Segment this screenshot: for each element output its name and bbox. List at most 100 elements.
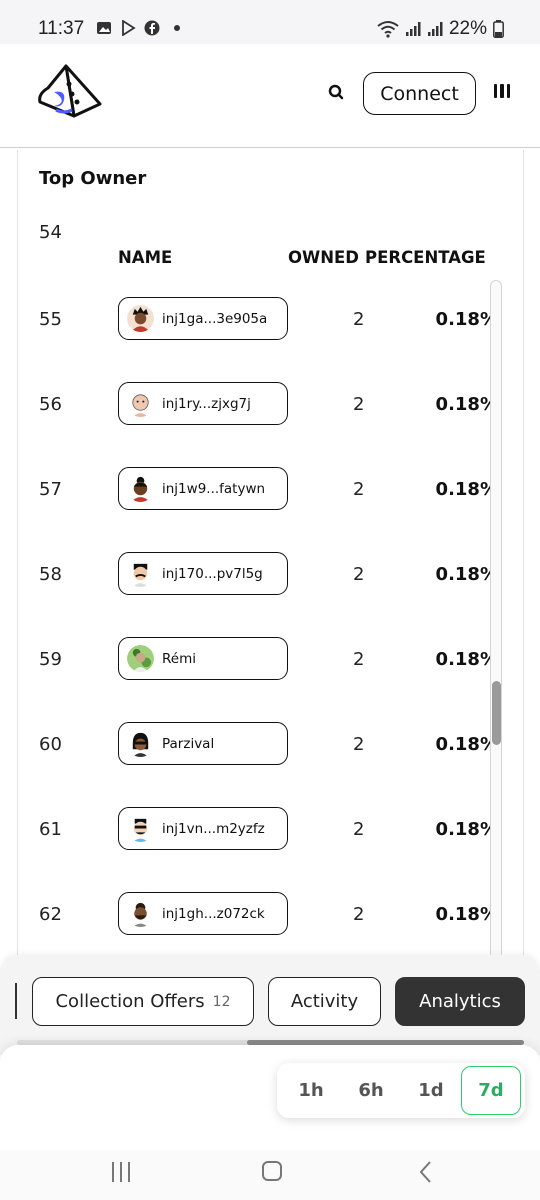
owned-percentage: 0.18% [435,734,498,755]
time-range-filter: 1h 6h 1d 7d [277,1063,525,1118]
row-rank: 57 [39,479,62,500]
owner-chip[interactable]: inj1gh...z072ck [118,892,288,935]
row-rank: 58 [39,564,62,585]
tab-label: Analytics [419,991,501,1012]
table-row: 57 inj1w9...fatywn 2 0.18% [18,467,498,517]
android-nav-bar [0,1150,540,1200]
owned-count: 2 [353,819,365,840]
owner-chip[interactable]: inj1ga...3e905a [118,297,288,340]
owner-name: inj1w9...fatywn [162,480,266,497]
owned-count: 2 [353,649,365,670]
owner-chip[interactable]: Parzival [118,722,288,765]
owned-count: 2 [353,309,365,330]
tab-activity[interactable]: Activity [268,977,381,1026]
owned-percentage: 0.18% [435,479,498,500]
owned-count: 2 [353,734,365,755]
column-header-owned: OWNED [288,248,360,267]
table-row: 55 inj1ga...3e905a 2 0.18% [18,297,498,347]
tab-collection-offers[interactable]: Collection Offers 12 [32,977,254,1026]
status-icons-left [96,20,180,36]
dot-icon [174,25,180,31]
tab-overflow-edge [15,983,17,1019]
column-header-percentage: PERCENTAGE [365,248,486,267]
owner-name: Parzival [162,735,215,752]
battery-icon [493,20,504,38]
tab-label: Activity [290,991,359,1012]
owner-chip[interactable]: inj1w9...fatywn [118,467,288,510]
owned-percentage: 0.18% [435,649,498,670]
play-store-icon [122,20,136,36]
app-header: Connect [0,44,540,148]
battery-percent: 22% [448,18,487,39]
owner-name: inj1ga...3e905a [162,310,268,327]
time-filter-7d[interactable]: 7d [461,1066,521,1115]
signal-icon [405,22,421,36]
owner-table[interactable]: 54 NAME OWNED PERCENTAGE 55 inj1ga...3e9… [18,210,523,1049]
card-title: Top Owner [39,168,147,189]
row-rank: 60 [39,734,62,755]
search-icon[interactable] [326,82,348,104]
sail-logo-icon[interactable] [34,64,102,124]
home-icon[interactable] [262,1161,282,1181]
owned-percentage: 0.18% [435,309,498,330]
connect-button[interactable]: Connect [363,72,476,115]
table-row: 62 inj1gh...z072ck 2 0.18% [18,892,498,942]
time-filter-1d[interactable]: 1d [401,1066,461,1115]
back-icon[interactable] [418,1160,432,1184]
row-rank: 62 [39,904,62,925]
table-row: 59 Rémi 2 0.18% [18,637,498,687]
owner-name: inj170...pv7l5g [162,565,263,582]
owned-percentage: 0.18% [435,904,498,925]
row-rank: 61 [39,819,62,840]
row-rank: 56 [39,394,62,415]
owned-count: 2 [353,904,365,925]
tab-label: Collection Offers [55,991,205,1012]
bottom-panel: 1h 6h 1d 7d [0,1045,540,1150]
wifi-icon [377,21,399,38]
tab-count-badge: 12 [212,993,231,1010]
owned-count: 2 [353,394,365,415]
scrollbar-thumb[interactable] [492,681,501,745]
avatar-icon [127,645,154,672]
signal-icon [427,22,443,36]
table-row: 60 Parzival 2 0.18% [18,722,498,772]
avatar-icon [127,560,154,587]
status-time: 11:37 [38,18,85,39]
owner-chip[interactable]: Rémi [118,637,288,680]
avatar-icon [127,305,154,332]
owned-percentage: 0.18% [435,564,498,585]
owner-name: inj1gh...z072ck [162,905,265,922]
facebook-icon [144,20,160,36]
time-filter-1h[interactable]: 1h [281,1066,341,1115]
time-filter-6h[interactable]: 6h [341,1066,401,1115]
table-row: 61 inj1vn...m2yzfz 2 0.18% [18,807,498,857]
avatar-icon [127,475,154,502]
owned-percentage: 0.18% [435,819,498,840]
owned-count: 2 [353,479,365,500]
tabs-bar: Collection Offers 12 Activity Analytics [0,955,540,1055]
rank-partial: 54 [39,222,62,243]
row-rank: 59 [39,649,62,670]
table-scrollbar[interactable] [490,280,502,1015]
column-header-name: NAME [118,248,173,267]
owner-chip[interactable]: inj1vn...m2yzfz [118,807,288,850]
owned-percentage: 0.18% [435,394,498,415]
gallery-icon [97,22,111,34]
avatar-icon [127,815,154,842]
status-bar: 11:37 22% [0,0,540,44]
owner-name: inj1vn...m2yzfz [162,820,265,837]
row-rank: 55 [39,309,62,330]
owner-name: inj1ry...zjxg7j [162,395,251,412]
avatar-icon [127,730,154,757]
avatar-icon [127,900,154,927]
menu-icon[interactable] [494,84,510,100]
owner-chip[interactable]: inj170...pv7l5g [118,552,288,595]
owner-chip[interactable]: inj1ry...zjxg7j [118,382,288,425]
recent-apps-icon[interactable] [112,1162,130,1182]
owner-name: Rémi [162,650,196,667]
avatar-icon [127,390,154,417]
status-icons-right: 22% [377,18,504,40]
owned-count: 2 [353,564,365,585]
table-row: 56 inj1ry...zjxg7j 2 0.18% [18,382,498,432]
tab-analytics[interactable]: Analytics [395,977,525,1026]
